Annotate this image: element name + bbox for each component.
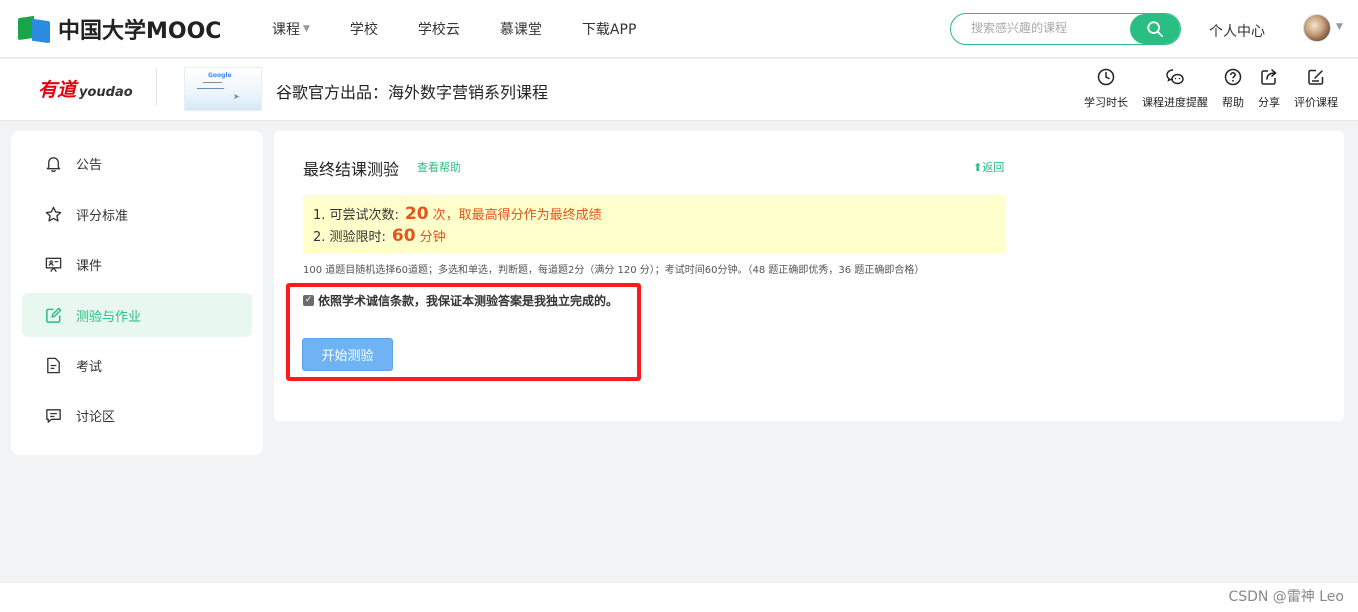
quiz-description: 100 道题目随机选择60道题；多选和单选，判断题，每道题2分（满分 120 分… <box>303 265 925 276</box>
courseware-icon <box>43 254 63 274</box>
search-input[interactable] <box>971 21 1141 35</box>
attempts-line: 1. 可尝试次数: 20 次，取最高得分作为最终成绩 <box>313 204 602 224</box>
bell-icon <box>43 153 63 173</box>
start-quiz-button[interactable]: 开始测验 <box>302 338 393 371</box>
tool-label: 学习时长 <box>1084 96 1128 109</box>
integrity-pledge[interactable]: ✓ 依照学术诚信条款，我保证本测验答案是我独立完成的。 <box>303 292 618 309</box>
sidebar-item-announcements[interactable]: 公告 <box>22 141 252 185</box>
course-sidebar: 公告 评分标准 课件 测验与作业 考试 讨论区 <box>11 131 263 455</box>
footer-bar <box>0 583 1358 612</box>
sidebar-item-label: 讨论区 <box>76 409 116 425</box>
sidebar-item-label: 考试 <box>76 359 103 375</box>
book-logo-icon <box>18 15 52 44</box>
sidebar-item-label: 课件 <box>76 258 103 274</box>
nav-item-courses[interactable]: 课程 ▼ <box>272 19 310 39</box>
time-label: 2. 测验限时: <box>313 230 386 245</box>
nav-item-label: 学校 <box>349 22 378 38</box>
paper-plane-icon: ➤ <box>233 92 240 101</box>
clock-icon <box>1097 68 1115 86</box>
time-value: 60 <box>391 226 416 246</box>
nav-item-label: 下载APP <box>581 22 637 38</box>
tool-share[interactable]: 分享 <box>1258 67 1280 110</box>
back-arrow-icon: ⬆ <box>973 161 983 174</box>
thumb-line: ━━━━━━━ <box>203 81 222 86</box>
search-box <box>950 13 1181 45</box>
tool-label: 帮助 <box>1222 96 1244 109</box>
sidebar-item-quizzes[interactable]: 测验与作业 <box>22 293 252 337</box>
attempts-value: 20 <box>404 204 429 224</box>
document-icon <box>43 355 63 375</box>
tool-help[interactable]: 帮助 <box>1222 67 1244 110</box>
nav-item-label: 慕课堂 <box>499 22 542 38</box>
course-title: 谷歌官方出品：海外数字营销系列课程 <box>276 83 549 102</box>
share-icon <box>1261 69 1277 85</box>
thumb-brand: Google <box>208 72 232 79</box>
sidebar-item-courseware[interactable]: 课件 <box>22 242 252 286</box>
tool-progress-reminder[interactable]: 课程进度提醒 <box>1142 67 1208 110</box>
caret-down-icon[interactable]: ▼ <box>1336 22 1343 32</box>
sidebar-item-exam[interactable]: 考试 <box>22 343 252 387</box>
nav-item-mooc-class[interactable]: 慕课堂 <box>500 19 542 39</box>
star-icon <box>43 204 63 224</box>
sidebar-item-grading[interactable]: 评分标准 <box>22 192 252 236</box>
nav-item-schools[interactable]: 学校 <box>350 19 378 39</box>
back-link[interactable]: ⬆返回 <box>973 159 1004 175</box>
quiz-title: 最终结课测验 <box>303 160 400 179</box>
help-icon <box>1224 68 1242 86</box>
logo-text: 中国大学MOOC <box>58 19 222 44</box>
course-tools: 学习时长 课程进度提醒 帮助 分享 评价课程 <box>1070 67 1338 110</box>
time-suffix: 分钟 <box>419 230 446 245</box>
pledge-checkbox[interactable]: ✓ <box>303 295 314 306</box>
youdao-logo[interactable]: 有道 youdao <box>38 75 133 102</box>
main-nav: 课程 ▼ 学校 学校云 慕课堂 下载APP <box>272 0 676 58</box>
quiz-panel: 最终结课测验 查看帮助 ⬆返回 1. 可尝试次数: 20 次，取最高得分作为最终… <box>274 131 1344 421</box>
nav-item-label: 学校云 <box>417 22 460 38</box>
tool-label: 评价课程 <box>1294 96 1338 109</box>
top-navbar: 中国大学MOOC 课程▼ 学校 学校云 慕课堂 下载APP 个人中心 ▼ <box>0 0 1358 58</box>
search-button[interactable] <box>1130 14 1180 44</box>
tool-study-time[interactable]: 学习时长 <box>1084 67 1128 110</box>
help-link[interactable]: 查看帮助 <box>417 159 461 175</box>
nav-item-download-app[interactable]: 下载APP <box>582 19 636 39</box>
thumb-line: ━━━━━━━━━━ <box>197 87 225 92</box>
time-limit-line: 2. 测验限时: 60 分钟 <box>313 226 446 246</box>
pledge-text: 依照学术诚信条款，我保证本测验答案是我独立完成的。 <box>318 294 619 308</box>
back-link-label: 返回 <box>982 161 1005 174</box>
sidebar-item-label: 测验与作业 <box>76 309 142 325</box>
search-icon <box>1147 21 1164 38</box>
divider <box>156 69 157 105</box>
avatar[interactable] <box>1303 14 1331 42</box>
chat-icon <box>43 405 63 425</box>
review-icon <box>1308 69 1324 85</box>
course-thumbnail[interactable]: Google ━━━━━━━ ━━━━━━━━━━ ➤ <box>184 67 262 111</box>
tool-review-course[interactable]: 评价课程 <box>1294 67 1338 110</box>
watermark: CSDN @雷神 Leo <box>1228 589 1344 605</box>
tool-label: 课程进度提醒 <box>1142 96 1208 109</box>
mooc-logo[interactable]: 中国大学MOOC <box>18 14 221 44</box>
youdao-logo-en: youdao <box>79 85 133 100</box>
tool-label: 分享 <box>1258 96 1280 109</box>
sidebar-item-label: 公告 <box>76 157 103 173</box>
sidebar-item-label: 评分标准 <box>76 208 129 224</box>
wechat-icon <box>1166 69 1184 85</box>
sidebar-item-discussion[interactable]: 讨论区 <box>22 393 252 437</box>
quiz-info-box: 1. 可尝试次数: 20 次，取最高得分作为最终成绩 2. 测验限时: 60 分… <box>303 195 1005 254</box>
course-header: 有道 youdao Google ━━━━━━━ ━━━━━━━━━━ ➤ 谷歌… <box>0 59 1358 121</box>
caret-down-icon: ▼ <box>303 24 310 34</box>
nav-item-label: 课程 <box>272 22 300 38</box>
nav-item-school-cloud[interactable]: 学校云 <box>418 19 460 39</box>
attempts-suffix: 次，取最高得分作为最终成绩 <box>432 208 602 223</box>
personal-center-link[interactable]: 个人中心 <box>1209 21 1265 41</box>
attempts-label: 1. 可尝试次数: <box>313 208 399 223</box>
youdao-logo-cn: 有道 <box>38 79 77 101</box>
edit-icon <box>43 305 63 325</box>
